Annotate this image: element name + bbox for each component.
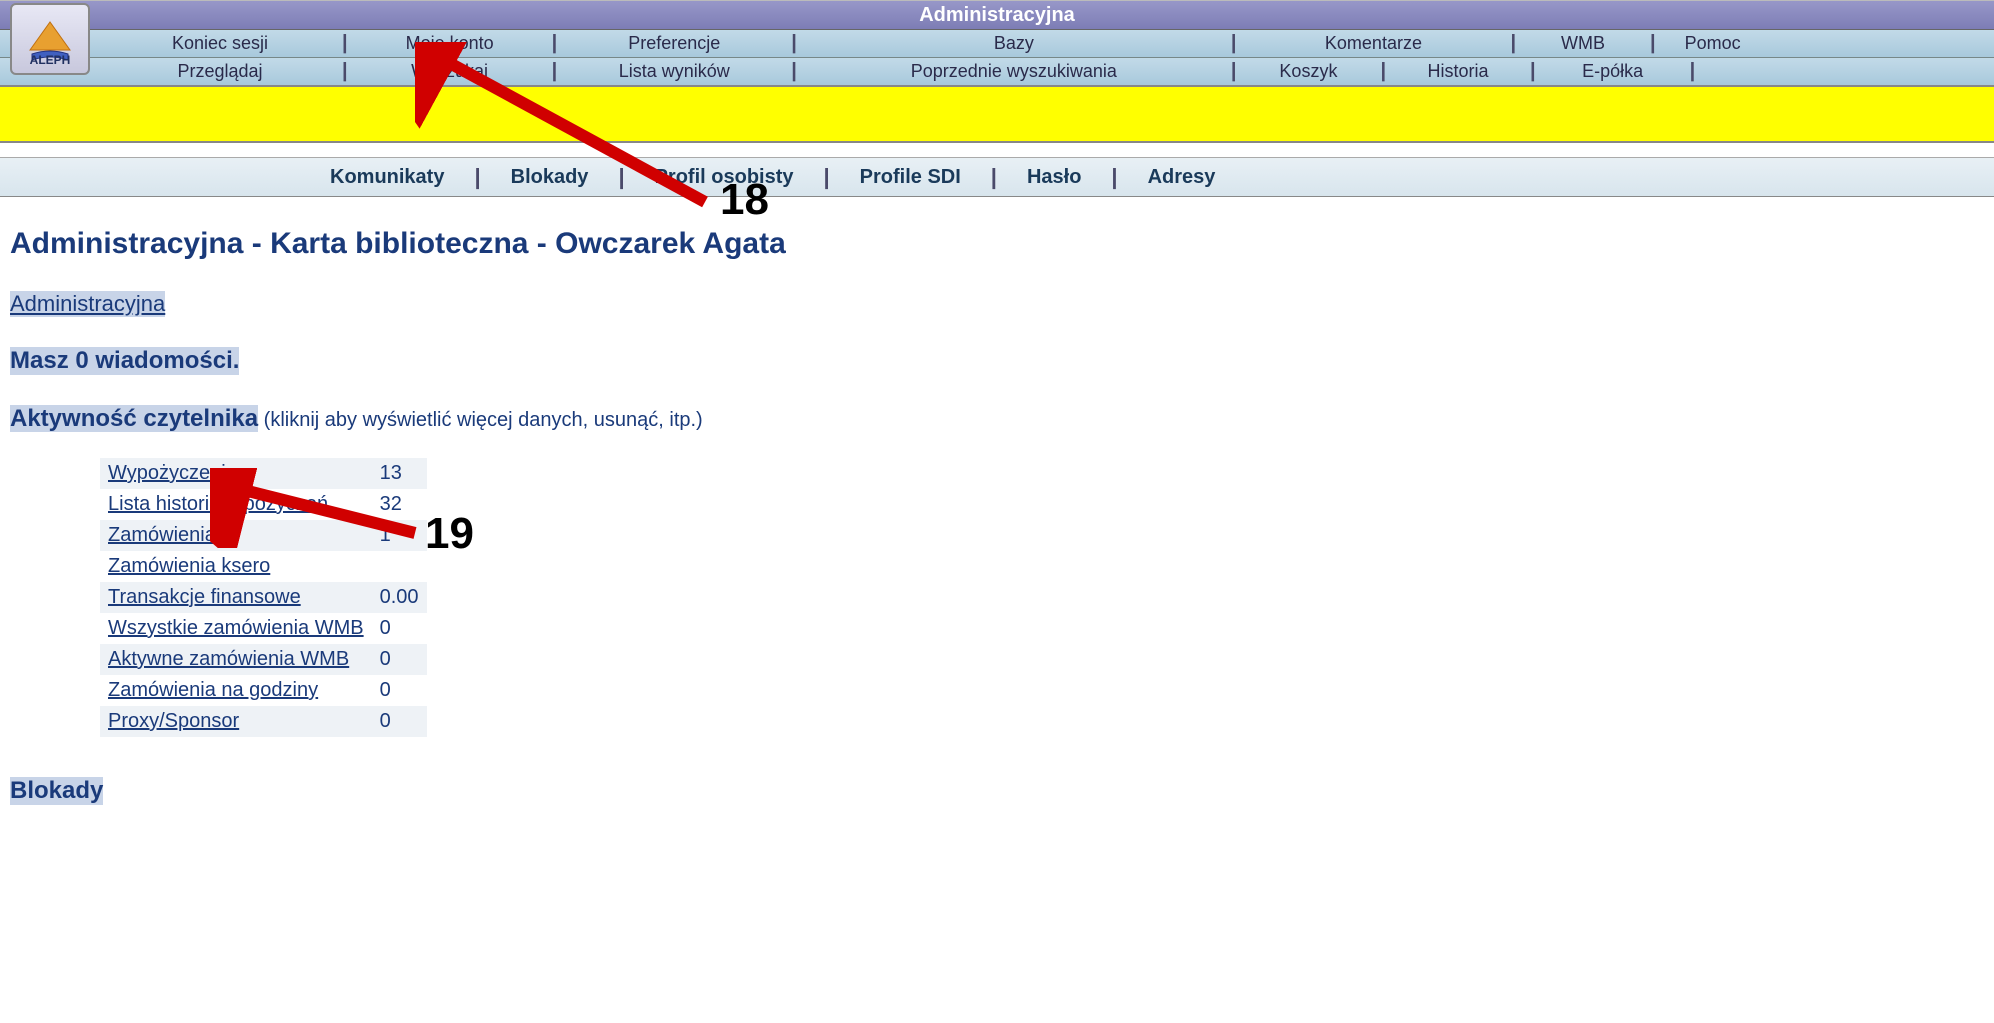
- header-bar: Administracyjna ALEPH: [0, 0, 1994, 30]
- table-row: Lista historii wypożyczeń 32: [100, 489, 427, 520]
- activity-historia-wypozyczen[interactable]: Lista historii wypożyczeń: [108, 493, 328, 515]
- sub-nav: Komunikaty | Blokady | Profil osobisty |…: [0, 157, 1994, 197]
- subnav-blokady[interactable]: Blokady: [481, 166, 619, 189]
- table-row: Wypożyczenia 13: [100, 458, 427, 489]
- messages-label: Masz 0 wiadomości.: [10, 347, 239, 375]
- activity-zamowienia-ksero[interactable]: Zamówienia ksero: [108, 555, 270, 577]
- page-title: Administracyjna - Karta biblioteczna - O…: [10, 227, 1984, 261]
- nav-sep: |: [550, 60, 560, 83]
- header-title: Administracyjna: [919, 4, 1075, 27]
- nav-koszyk[interactable]: Koszyk: [1238, 61, 1378, 82]
- main-content: Administracyjna - Karta biblioteczna - O…: [0, 197, 1994, 815]
- activity-value: 0.00: [372, 582, 427, 613]
- table-row: Zamówienia ksero: [100, 551, 427, 582]
- annotation-19: 19: [425, 509, 474, 559]
- nav-sep: |: [1508, 32, 1518, 55]
- nav-pomoc[interactable]: Pomoc: [1658, 33, 1768, 54]
- nav-row-2: Przeglądaj | Wyszukaj | Lista wyników | …: [0, 58, 1994, 86]
- nav-sep: |: [1528, 60, 1538, 83]
- activity-zamowienia-godziny[interactable]: Zamówienia na godziny: [108, 679, 318, 701]
- subnav-profile-sdi[interactable]: Profile SDI: [830, 166, 991, 189]
- subnav-profil-osobisty[interactable]: Profil osobisty: [625, 166, 824, 189]
- activity-value: 0: [372, 706, 427, 737]
- activity-zamowienia[interactable]: Zamówienia: [108, 524, 216, 546]
- nav-lista-wynikow[interactable]: Lista wyników: [559, 61, 789, 82]
- nav-sep: |: [1378, 60, 1388, 83]
- blocks-label: Blokady: [10, 777, 103, 805]
- activity-wypozyczenia[interactable]: Wypożyczenia: [108, 462, 237, 484]
- activity-value: 0: [372, 644, 427, 675]
- activity-transakcje[interactable]: Transakcje finansowe: [108, 586, 301, 608]
- nav-bazy[interactable]: Bazy: [799, 33, 1229, 54]
- table-row: Aktywne zamówienia WMB 0: [100, 644, 427, 675]
- nav-sep: |: [550, 32, 560, 55]
- nav-sep: |: [340, 32, 350, 55]
- nav-historia[interactable]: Historia: [1388, 61, 1528, 82]
- svg-text:ALEPH: ALEPH: [30, 53, 71, 67]
- activity-value: 1: [372, 520, 427, 551]
- activity-value: 0: [372, 675, 427, 706]
- nav-przegladaj[interactable]: Przeglądaj: [100, 61, 340, 82]
- table-row: Wszystkie zamówienia WMB 0: [100, 613, 427, 644]
- logo-container: ALEPH: [10, 3, 90, 75]
- nav-sep: |: [1229, 32, 1239, 55]
- nav-sep: |: [789, 60, 799, 83]
- subnav-adresy[interactable]: Adresy: [1118, 166, 1246, 189]
- subnav-komunikaty[interactable]: Komunikaty: [300, 166, 474, 189]
- nav-sep: |: [340, 60, 350, 83]
- activity-value: 0: [372, 613, 427, 644]
- nav-preferencje[interactable]: Preferencje: [559, 33, 789, 54]
- admin-link[interactable]: Administracyjna: [10, 291, 165, 317]
- nav-wyszukaj[interactable]: Wyszukaj: [350, 61, 550, 82]
- nav-moje-konto[interactable]: Moje konto: [350, 33, 550, 54]
- aleph-logo[interactable]: ALEPH: [10, 3, 90, 75]
- nav-wmb[interactable]: WMB: [1518, 33, 1648, 54]
- table-row: Transakcje finansowe 0.00: [100, 582, 427, 613]
- nav-sep: |: [1229, 60, 1239, 83]
- activity-proxy-sponsor[interactable]: Proxy/Sponsor: [108, 710, 239, 732]
- activity-value: 32: [372, 489, 427, 520]
- subnav-haslo[interactable]: Hasło: [997, 166, 1111, 189]
- notice-band: [0, 85, 1994, 143]
- nav-komentarze[interactable]: Komentarze: [1238, 33, 1508, 54]
- nav-row-1: Koniec sesji | Moje konto | Preferencje …: [0, 30, 1994, 58]
- nav-epolka[interactable]: E-półka: [1538, 61, 1688, 82]
- nav-sep: |: [789, 32, 799, 55]
- nav-koniec-sesji[interactable]: Koniec sesji: [100, 33, 340, 54]
- nav-sep: |: [1648, 32, 1658, 55]
- activity-heading: Aktywność czytelnika (kliknij aby wyświe…: [10, 405, 1984, 433]
- activity-aktywne-wmb[interactable]: Aktywne zamówienia WMB: [108, 648, 349, 670]
- activity-value: 13: [372, 458, 427, 489]
- table-row: Zamówienia 1: [100, 520, 427, 551]
- table-row: Zamówienia na godziny 0: [100, 675, 427, 706]
- table-row: Proxy/Sponsor 0: [100, 706, 427, 737]
- activity-label: Aktywność czytelnika: [10, 405, 258, 432]
- activity-wszystkie-wmb[interactable]: Wszystkie zamówienia WMB: [108, 617, 364, 639]
- nav-poprzednie-wyszukiwania[interactable]: Poprzednie wyszukiwania: [799, 61, 1229, 82]
- nav-sep: |: [1688, 60, 1698, 83]
- activity-table: Wypożyczenia 13 Lista historii wypożyczeń…: [100, 458, 427, 737]
- aleph-logo-icon: ALEPH: [20, 12, 80, 67]
- activity-value: [372, 551, 427, 582]
- activity-hint: (kliknij aby wyświetlić więcej danych, u…: [258, 409, 703, 431]
